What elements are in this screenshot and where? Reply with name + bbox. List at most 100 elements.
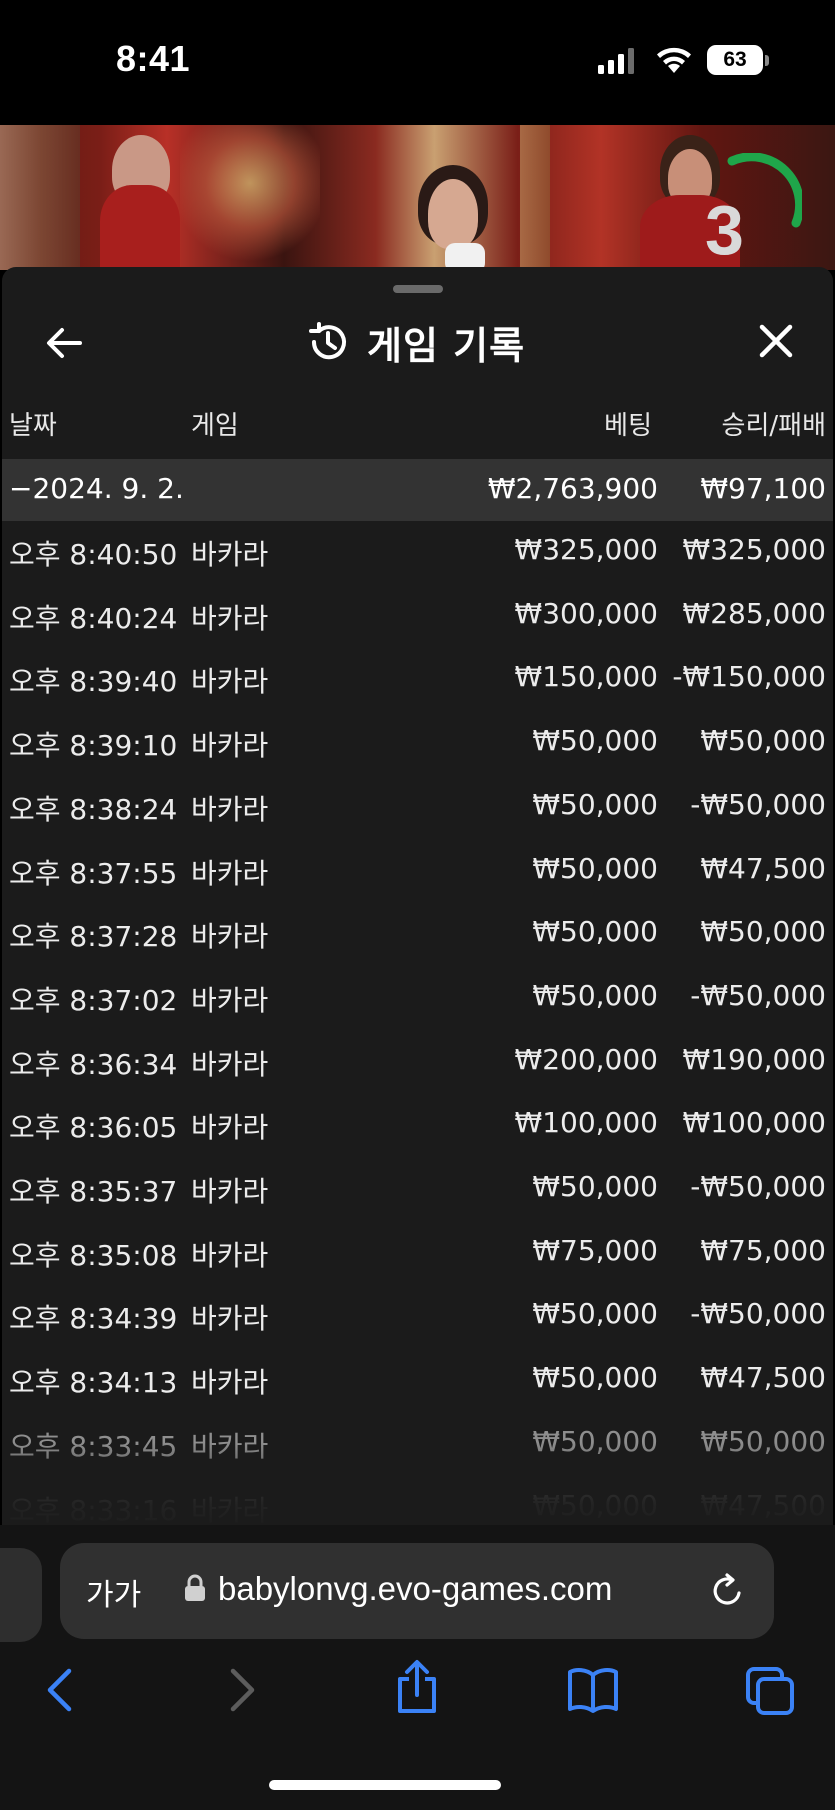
- game-history-panel: 게임 기록 날짜 게임 베팅 승리/패배 −2024. 9. 2. ₩2,763…: [2, 267, 833, 1525]
- row-win-loss: ₩47,500: [700, 1361, 826, 1395]
- tabs-icon[interactable]: [744, 1665, 796, 1715]
- history-row[interactable]: 오후 8:35:08 바카라 ₩75,000 ₩75,000: [2, 1220, 833, 1284]
- battery-tip: [765, 55, 769, 66]
- column-header-bet: 베팅: [604, 411, 652, 441]
- sheet-grabber[interactable]: [393, 285, 443, 293]
- row-bet: ₩150,000: [514, 660, 658, 694]
- wifi-icon: [657, 47, 691, 73]
- bookmarks-icon[interactable]: [566, 1665, 620, 1715]
- history-row[interactable]: 오후 8:40:24 바카라 ₩300,000 ₩285,000: [2, 583, 833, 647]
- history-row[interactable]: 오후 8:36:05 바카라 ₩100,000 ₩100,000: [2, 1092, 833, 1156]
- history-row[interactable]: 오후 8:39:40 바카라 ₩150,000 -₩150,000: [2, 646, 833, 710]
- history-row[interactable]: 오후 8:37:55 바카라 ₩50,000 ₩47,500: [2, 838, 833, 902]
- row-time: 오후 8:40:50: [9, 538, 178, 571]
- previous-tab-preview[interactable]: [0, 1548, 42, 1642]
- row-time: 오후 8:40:24: [9, 601, 178, 635]
- row-bet: ₩50,000: [532, 1361, 658, 1395]
- row-bet: ₩325,000: [514, 533, 658, 566]
- back-chevron-icon[interactable]: [40, 1665, 80, 1715]
- row-time: 오후 8:33:45: [9, 1429, 178, 1463]
- row-win-loss: ₩100,000: [682, 1106, 826, 1140]
- history-icon: [309, 322, 346, 360]
- video-decor: [445, 243, 485, 270]
- row-time: 오후 8:36:05: [9, 1111, 178, 1145]
- reader-options-button[interactable]: 가가: [86, 1570, 141, 1614]
- video-decor: [180, 125, 320, 270]
- row-bet: ₩50,000: [532, 724, 658, 758]
- history-row[interactable]: 오후 8:34:39 바카라 ₩50,000 -₩50,000: [2, 1283, 833, 1347]
- history-row[interactable]: 오후 8:33:16 바카라 ₩50,000 ₩47,500: [2, 1475, 833, 1526]
- browser-toolbar: 가가 babylonvg.evo-games.com: [0, 1525, 835, 1810]
- video-decor: [428, 179, 478, 249]
- row-time: 오후 8:35:08: [9, 1238, 178, 1272]
- row-game: 바카라: [191, 538, 269, 571]
- row-win-loss: ₩50,000: [700, 915, 826, 949]
- row-bet: ₩50,000: [532, 787, 658, 821]
- row-time: 오후 8:36:34: [9, 1047, 178, 1081]
- row-bet: ₩50,000: [532, 1424, 658, 1458]
- row-time: 오후 8:39:10: [9, 729, 178, 763]
- status-time: 8:41: [116, 38, 191, 79]
- forward-chevron-icon[interactable]: [222, 1665, 262, 1715]
- row-win-loss: -₩50,000: [690, 1297, 826, 1331]
- row-win-loss: ₩285,000: [682, 596, 826, 630]
- address-bar[interactable]: 가가 babylonvg.evo-games.com: [60, 1543, 774, 1639]
- row-win-loss: ₩47,500: [700, 851, 826, 885]
- row-win-loss: ₩47,500: [700, 1488, 826, 1522]
- cellular-signal-icon: [598, 48, 634, 74]
- history-row[interactable]: 오후 8:33:45 바카라 ₩50,000 ₩50,000: [2, 1411, 833, 1475]
- row-win-loss: ₩50,000: [700, 724, 826, 758]
- back-arrow-icon[interactable]: [42, 321, 86, 365]
- reload-icon[interactable]: [708, 1571, 748, 1611]
- battery-level-text: 63: [723, 48, 747, 71]
- status-bar: 8:41 63: [0, 0, 835, 125]
- row-game: 바카라: [191, 1302, 269, 1336]
- row-game: 바카라: [191, 1493, 269, 1526]
- row-game: 바카라: [191, 1111, 269, 1145]
- row-time: 오후 8:35:37: [9, 1175, 178, 1208]
- row-win-loss: -₩150,000: [672, 660, 826, 694]
- date-group-label: −2024. 9. 2.: [9, 472, 184, 505]
- row-game: 바카라: [191, 1429, 269, 1463]
- row-win-loss: ₩190,000: [682, 1042, 826, 1076]
- close-icon[interactable]: [754, 319, 798, 363]
- lock-icon: [185, 1574, 205, 1601]
- row-game: 바카라: [191, 729, 269, 763]
- row-game: 바카라: [191, 665, 269, 699]
- title-group: 게임 기록: [307, 313, 525, 371]
- history-row[interactable]: 오후 8:38:24 바카라 ₩50,000 -₩50,000: [2, 774, 833, 838]
- row-time: 오후 8:34:13: [9, 1366, 178, 1400]
- column-header-date: 날짜: [9, 411, 57, 441]
- row-bet: ₩50,000: [532, 1297, 658, 1331]
- share-icon[interactable]: [392, 1659, 442, 1715]
- history-row[interactable]: 오후 8:34:13 바카라 ₩50,000 ₩47,500: [2, 1347, 833, 1411]
- home-indicator: [269, 1780, 501, 1790]
- history-row[interactable]: 오후 8:35:37 바카라 ₩50,000 -₩50,000: [2, 1156, 833, 1220]
- row-bet: ₩200,000: [514, 1042, 658, 1076]
- page-title: 게임 기록: [367, 323, 526, 368]
- video-decor: [100, 185, 180, 270]
- row-bet: ₩50,000: [532, 851, 658, 885]
- row-game: 바카라: [191, 601, 269, 635]
- row-bet: ₩75,000: [532, 1233, 658, 1267]
- row-game: 바카라: [191, 1238, 269, 1272]
- date-group-win-loss-total: ₩97,100: [700, 472, 826, 505]
- row-win-loss: -₩50,000: [690, 978, 826, 1012]
- row-time: 오후 8:37:55: [9, 856, 178, 890]
- history-row[interactable]: 오후 8:37:02 바카라 ₩50,000 -₩50,000: [2, 965, 833, 1029]
- panel-header: 게임 기록: [2, 301, 833, 381]
- history-row[interactable]: 오후 8:40:50 바카라 ₩325,000 ₩325,000: [2, 519, 833, 583]
- history-row[interactable]: 오후 8:39:10 바카라 ₩50,000 ₩50,000: [2, 710, 833, 774]
- url-text: babylonvg.evo-games.com: [218, 1570, 613, 1607]
- row-game: 바카라: [191, 920, 269, 954]
- battery-indicator: 63: [707, 45, 763, 75]
- history-row[interactable]: 오후 8:36:34 바카라 ₩200,000 ₩190,000: [2, 1029, 833, 1093]
- row-time: 오후 8:33:16: [9, 1493, 178, 1526]
- row-bet: ₩50,000: [532, 1170, 658, 1203]
- row-game: 바카라: [191, 856, 269, 890]
- history-row[interactable]: 오후 8:37:28 바카라 ₩50,000 ₩50,000: [2, 901, 833, 965]
- row-bet: ₩100,000: [514, 1106, 658, 1140]
- row-bet: ₩50,000: [532, 915, 658, 949]
- date-group-row[interactable]: −2024. 9. 2. ₩2,763,900 ₩97,100: [2, 459, 833, 521]
- video-decor: [520, 125, 550, 270]
